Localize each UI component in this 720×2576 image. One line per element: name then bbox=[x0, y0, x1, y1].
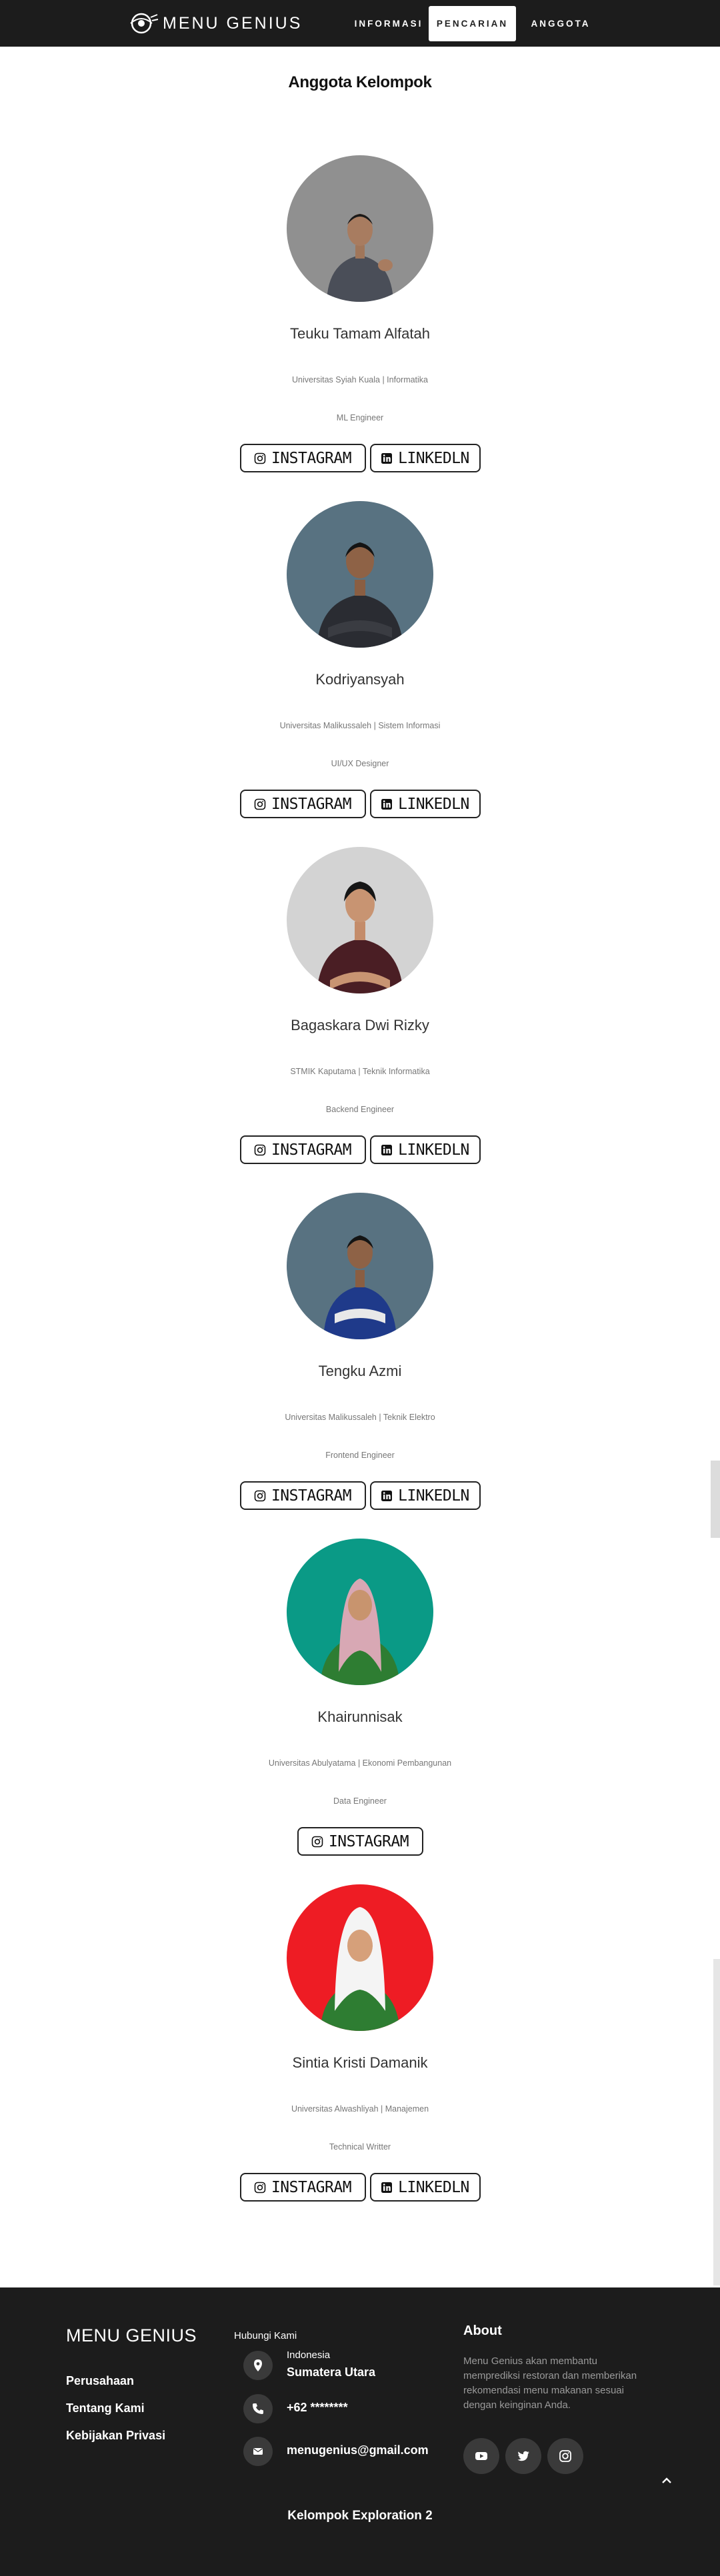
member-university: Universitas Abulyatama | Ekonomi Pembang… bbox=[268, 1758, 452, 1768]
linkedin-icon bbox=[381, 1490, 393, 1501]
member-role: Data Engineer bbox=[333, 1796, 387, 1806]
scrollbar-track[interactable] bbox=[713, 1959, 720, 2285]
instagram-icon bbox=[254, 1144, 266, 1155]
member-card: Bagaskara Dwi Rizky STMIK Kaputama | Tek… bbox=[0, 847, 720, 1193]
email-address[interactable]: menugenius@gmail.com bbox=[287, 2443, 429, 2457]
footer-link-tentang-kami[interactable]: Tentang Kami bbox=[66, 2401, 145, 2415]
contact-title: Hubungi Kami bbox=[234, 2330, 297, 2341]
instagram-button[interactable]: INSTAGRAM bbox=[297, 1827, 423, 1856]
instagram-icon bbox=[311, 1836, 323, 1847]
linkedin-label: LINKEDLN bbox=[398, 1141, 469, 1159]
instagram-button[interactable]: INSTAGRAM bbox=[239, 2173, 366, 2202]
member-photo bbox=[287, 1193, 433, 1339]
instagram-icon bbox=[254, 1490, 266, 1501]
member-role: Backend Engineer bbox=[325, 1105, 395, 1114]
member-card: Kodriyansyah Universitas Malikussaleh | … bbox=[0, 501, 720, 848]
member-role: UI/UX Designer bbox=[331, 759, 389, 768]
instagram-label: INSTAGRAM bbox=[271, 449, 352, 467]
linkedin-icon bbox=[381, 452, 393, 464]
instagram-button[interactable]: INSTAGRAM bbox=[239, 790, 366, 818]
nav-informasi[interactable]: INFORMASI bbox=[339, 6, 439, 41]
member-card: Tengku Azmi Universitas Malikussaleh | T… bbox=[0, 1193, 720, 1539]
member-socials: INSTAGRAM LINKEDLN bbox=[0, 2173, 720, 2202]
instagram-button[interactable]: INSTAGRAM bbox=[239, 1135, 366, 1164]
member-photo bbox=[287, 501, 433, 648]
instagram-label: INSTAGRAM bbox=[271, 2178, 352, 2196]
youtube-icon[interactable] bbox=[463, 2438, 499, 2474]
brand-logo-icon bbox=[130, 13, 159, 34]
linkedin-label: LINKEDLN bbox=[398, 1487, 469, 1505]
instagram-button[interactable]: INSTAGRAM bbox=[239, 1481, 366, 1510]
member-university: Universitas Alwashliyah | Manajemen bbox=[291, 2104, 429, 2114]
member-name: Kodriyansyah bbox=[315, 671, 405, 688]
twitter-icon[interactable] bbox=[505, 2438, 541, 2474]
member-card: Sintia Kristi Damanik Universitas Alwash… bbox=[0, 1884, 720, 2231]
linkedin-icon bbox=[381, 2182, 393, 2193]
linkedin-button[interactable]: LINKEDLN bbox=[369, 790, 481, 818]
brand-name: MENU GENIUS bbox=[163, 13, 303, 33]
linkedin-label: LINKEDLN bbox=[398, 2178, 469, 2196]
member-name: Khairunnisak bbox=[317, 1708, 403, 1725]
nav-pencarian[interactable]: PENCARIAN bbox=[429, 6, 516, 41]
footer-copyright: Kelompok Exploration 2 bbox=[287, 2509, 433, 2523]
member-name: Tengku Azmi bbox=[318, 1363, 402, 1379]
member-role: ML Engineer bbox=[336, 413, 384, 422]
linkedin-button[interactable]: LINKEDLN bbox=[369, 1481, 481, 1510]
member-socials: INSTAGRAM LINKEDLN bbox=[0, 1481, 720, 1510]
location-region: Sumatera Utara bbox=[287, 2365, 376, 2379]
section-title: Anggota Kelompok bbox=[288, 73, 432, 91]
member-photo bbox=[287, 155, 433, 302]
instagram-icon bbox=[254, 2182, 266, 2193]
member-role: Technical Writter bbox=[329, 2142, 391, 2152]
scrollbar-thumb[interactable] bbox=[711, 1461, 720, 1538]
instagram-icon bbox=[254, 798, 266, 810]
linkedin-button[interactable]: LINKEDLN bbox=[369, 444, 481, 472]
member-card: Teuku Tamam Alfatah Universitas Syiah Ku… bbox=[0, 155, 720, 502]
location-icon bbox=[243, 2351, 273, 2380]
nav-anggota[interactable]: ANGGOTA bbox=[517, 6, 604, 41]
phone-number[interactable]: +62 ******** bbox=[287, 2401, 348, 2415]
member-name: Teuku Tamam Alfatah bbox=[290, 325, 430, 342]
brand[interactable]: MENU GENIUS bbox=[128, 12, 302, 35]
member-photo bbox=[287, 847, 433, 993]
member-name: Bagaskara Dwi Rizky bbox=[291, 1017, 429, 1033]
member-socials: INSTAGRAM LINKEDLN bbox=[0, 1135, 720, 1164]
linkedin-button[interactable]: LINKEDLN bbox=[369, 2173, 481, 2202]
footer-link-perusahaan[interactable]: Perusahaan bbox=[66, 2374, 134, 2388]
member-university: Universitas Syiah Kuala | Informatika bbox=[291, 375, 429, 384]
instagram-label: INSTAGRAM bbox=[271, 1487, 352, 1505]
instagram-button[interactable]: INSTAGRAM bbox=[239, 444, 366, 472]
member-role: Frontend Engineer bbox=[325, 1451, 395, 1460]
member-university: STMIK Kaputama | Teknik Informatika bbox=[290, 1067, 430, 1076]
footer-link-kebijakan-privasi[interactable]: Kebijakan Privasi bbox=[66, 2429, 165, 2443]
location-country: Indonesia bbox=[287, 2349, 331, 2361]
linkedin-button[interactable]: LINKEDLN bbox=[369, 1135, 481, 1164]
instagram-icon bbox=[254, 452, 266, 464]
member-name: Sintia Kristi Damanik bbox=[292, 2054, 428, 2071]
instagram-label: INSTAGRAM bbox=[328, 1832, 409, 1850]
member-photo bbox=[287, 1884, 433, 2031]
instagram-label: INSTAGRAM bbox=[271, 1141, 352, 1159]
linkedin-icon bbox=[381, 798, 393, 810]
member-university: Universitas Malikussaleh | Sistem Inform… bbox=[279, 721, 441, 730]
linkedin-label: LINKEDLN bbox=[398, 449, 469, 467]
member-university: Universitas Malikussaleh | Teknik Elektr… bbox=[285, 1413, 435, 1422]
member-card: Khairunnisak Universitas Abulyatama | Ek… bbox=[0, 1539, 720, 1885]
member-socials: INSTAGRAM LINKEDLN bbox=[0, 790, 720, 818]
linkedin-label: LINKEDLN bbox=[398, 795, 469, 813]
linkedin-icon bbox=[381, 1144, 393, 1155]
about-title: About bbox=[463, 2323, 502, 2338]
footer: MENU GENIUS Perusahaan Tentang Kami Kebi… bbox=[0, 2287, 720, 2576]
footer-brand[interactable]: MENU GENIUS bbox=[66, 2325, 197, 2346]
navbar: MENU GENIUS INFORMASI PENCARIAN ANGGOTA bbox=[0, 0, 720, 47]
about-text: Menu Genius akan membantu memprediksi re… bbox=[463, 2355, 637, 2411]
member-socials: INSTAGRAM bbox=[0, 1827, 720, 1856]
email-icon bbox=[243, 2437, 273, 2466]
member-photo bbox=[287, 1539, 433, 1685]
member-socials: INSTAGRAM LINKEDLN bbox=[0, 444, 720, 472]
back-to-top-chevron-up-icon[interactable] bbox=[659, 2474, 675, 2487]
phone-icon bbox=[243, 2394, 273, 2423]
instagram-icon[interactable] bbox=[547, 2438, 583, 2474]
instagram-label: INSTAGRAM bbox=[271, 795, 352, 813]
